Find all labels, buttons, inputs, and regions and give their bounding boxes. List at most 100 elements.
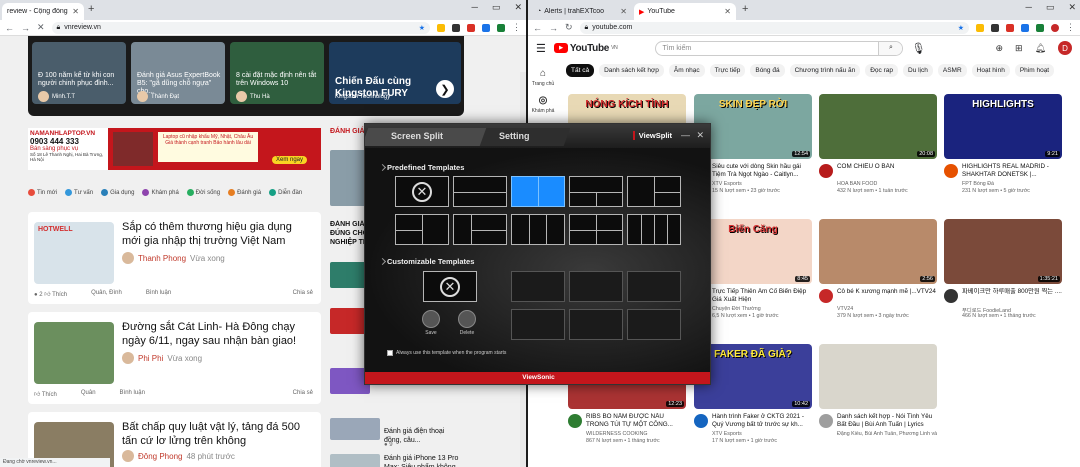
close-tab-icon[interactable]: ✕	[72, 7, 79, 16]
close-tab-icon[interactable]: ✕	[724, 7, 731, 16]
custom-template-slot[interactable]	[569, 309, 623, 340]
address-bar[interactable]: 🔒︎ youtube.com ★	[579, 21, 969, 34]
custom-template-new[interactable]: ✕	[423, 271, 477, 302]
extension-icon[interactable]	[1036, 23, 1044, 32]
filter-chip[interactable]: Đọc rap	[865, 64, 898, 77]
close-window-icon[interactable]: ✕	[514, 2, 522, 13]
extension-icon[interactable]	[1021, 23, 1029, 32]
video-card[interactable]: Biến Căng 8:45 Trực Tiếp Thiên Âm Cố Biển …	[694, 219, 812, 319]
featured-slide[interactable]: Đ 100 năm kể từ khi con người chinh phục…	[32, 42, 126, 104]
filter-chip[interactable]: Bóng đá	[750, 64, 785, 77]
search-box[interactable]: Tìm kiếm ⌕	[655, 40, 904, 56]
minimize-icon[interactable]: —	[681, 130, 690, 140]
filter-chip[interactable]: Chương trình nấu ăn	[789, 64, 861, 77]
forward-icon[interactable]: →	[21, 23, 30, 33]
comment-button[interactable]: Bình luận	[146, 290, 171, 298]
category-item[interactable]: Đánh giá	[228, 189, 261, 197]
sidebar-item-explore[interactable]: ◎ Khám phá	[528, 95, 558, 114]
create-video-icon[interactable]: ⊕	[995, 43, 1003, 54]
close-tab-icon[interactable]: ✕	[620, 7, 627, 16]
video-thumbnail[interactable]: 2:56	[819, 219, 937, 284]
template-none[interactable]: ✕	[395, 176, 449, 207]
video-card[interactable]: 2:56 Cô bé K xương mạnh mẽ |...VTV24 VTV24…	[819, 219, 937, 319]
video-card[interactable]: Danh sách kết hợp - Nói Tình Yêu Bất Đầu…	[819, 344, 937, 437]
channel-avatar[interactable]	[819, 164, 833, 178]
video-card[interactable]: FAKER ĐÃ GIÀ? 10:42 Hành trình Faker ở CKT…	[694, 344, 812, 444]
filter-chip[interactable]: Hoạt hình	[971, 64, 1010, 77]
layout-template[interactable]	[511, 176, 565, 207]
layout-template[interactable]	[569, 214, 623, 245]
sidebar-item-home[interactable]: ⌂ Trang chủ	[528, 68, 558, 87]
video-thumbnail[interactable]: HIGHLIGHTS 9:21	[944, 94, 1062, 159]
minimize-icon[interactable]: ─	[1026, 2, 1032, 13]
tab-label[interactable]: Screen Split	[391, 131, 443, 141]
channel-avatar[interactable]	[819, 289, 833, 303]
back-icon[interactable]: ←	[533, 23, 542, 33]
video-title[interactable]: Cô bé K xương mạnh mẽ |...VTV24	[837, 288, 937, 296]
category-item[interactable]: Diễn đàn	[269, 189, 302, 197]
microphone-icon[interactable]: 🎙︎	[911, 42, 925, 55]
comment-button[interactable]: Bình luận	[120, 390, 145, 398]
reload-icon[interactable]: ↻	[565, 22, 573, 33]
search-input[interactable]: Tìm kiếm	[662, 45, 691, 52]
custom-template-slot[interactable]	[627, 309, 681, 340]
custom-template-slot[interactable]	[569, 271, 623, 302]
tab-label[interactable]: Setting	[499, 131, 530, 141]
bookmark-star-icon[interactable]: ★	[419, 24, 425, 32]
custom-template-slot[interactable]	[511, 271, 565, 302]
forward-icon[interactable]: →	[549, 23, 558, 33]
video-thumbnail[interactable]: Biến Căng 8:45	[694, 219, 812, 284]
channel-avatar[interactable]	[819, 414, 833, 428]
video-title[interactable]: Trực Tiếp Thiên Âm Cố Biển Điệp Giá Xuất…	[712, 288, 812, 304]
extension-icon[interactable]	[452, 23, 460, 32]
channel-avatar[interactable]	[944, 164, 958, 178]
filter-chip[interactable]: Du lịch	[903, 64, 933, 77]
apps-grid-icon[interactable]: ⊞	[1015, 43, 1023, 54]
category-item[interactable]: Khám phá	[142, 189, 179, 197]
channel-name[interactable]: FPT Bóng Đá	[962, 181, 1062, 187]
layout-template[interactable]	[453, 176, 507, 207]
category-item[interactable]: Đời sống	[186, 189, 220, 197]
author-name[interactable]: Thanh Phong	[138, 254, 186, 263]
channel-name[interactable]: HOA BAN FOOD	[837, 181, 937, 187]
layout-template[interactable]	[627, 214, 681, 245]
share-button[interactable]: Chia sẻ	[293, 290, 313, 298]
video-thumbnail[interactable]	[819, 344, 937, 409]
layout-template[interactable]	[395, 214, 449, 245]
extension-icon[interactable]	[1006, 23, 1014, 32]
tab-youtube[interactable]: ▶ YouTube ✕	[634, 3, 736, 20]
extension-icon[interactable]	[976, 23, 984, 32]
sidebar-item-title[interactable]: Đánh giá iPhone 13 Pro Max: Siêu phẩm kh…	[384, 454, 460, 467]
channel-name[interactable]: XTV Esports	[712, 431, 812, 437]
channel-name[interactable]: WILDERNESS COOKING	[586, 431, 686, 437]
extension-icon[interactable]	[482, 23, 490, 32]
custom-template-slot[interactable]	[627, 271, 681, 302]
address-bar[interactable]: 🔒︎ vnreview.vn ★	[51, 21, 430, 34]
video-title[interactable]: Hành trình Faker ở CKTG 2021 - Quý Vương…	[712, 413, 812, 429]
author-name[interactable]: Phi Phi	[138, 354, 163, 363]
minimize-icon[interactable]: ─	[472, 2, 478, 13]
banner-cta-button[interactable]: Xem ngay	[272, 156, 308, 164]
account-avatar[interactable]: D	[1058, 41, 1072, 55]
menu-kebab-icon[interactable]: ⋮	[512, 22, 521, 33]
back-icon[interactable]: ←	[5, 23, 14, 33]
category-item[interactable]: Tư vấn	[65, 189, 93, 197]
like-button[interactable]: 👍︎ Thích	[34, 390, 57, 398]
search-icon[interactable]: ⌕	[878, 41, 903, 55]
video-title[interactable]: 파베이크만 하루매출 800만원 찍는 ....	[962, 288, 1062, 296]
category-item[interactable]: Tin mới	[28, 189, 57, 197]
article-title[interactable]: Sắp có thêm thương hiệu gia dụng mới gia…	[122, 220, 313, 248]
tab-vnreview[interactable]: review - Cộng đồng đánh giá ✕	[2, 3, 84, 20]
layout-template[interactable]	[569, 176, 623, 207]
hamburger-menu-icon[interactable]: ☰	[536, 42, 546, 55]
maximize-icon[interactable]: ▭	[1046, 2, 1055, 13]
youtube-logo[interactable]: ▶ YouTube VN	[553, 43, 618, 54]
filter-chip[interactable]: Phim hoạt	[1014, 64, 1055, 77]
layout-template[interactable]	[627, 176, 681, 207]
author-name[interactable]: Đông Phong	[138, 452, 182, 461]
extension-icon[interactable]	[467, 23, 475, 32]
checkbox-box[interactable]	[387, 350, 393, 356]
video-thumbnail[interactable]: SKIN ĐẸP RỜI 12:54	[694, 94, 812, 159]
sidebar-item-title[interactable]: Đánh giá điện thoại đồng, câu...	[384, 427, 458, 445]
video-thumbnail[interactable]: 20:08	[819, 94, 937, 159]
